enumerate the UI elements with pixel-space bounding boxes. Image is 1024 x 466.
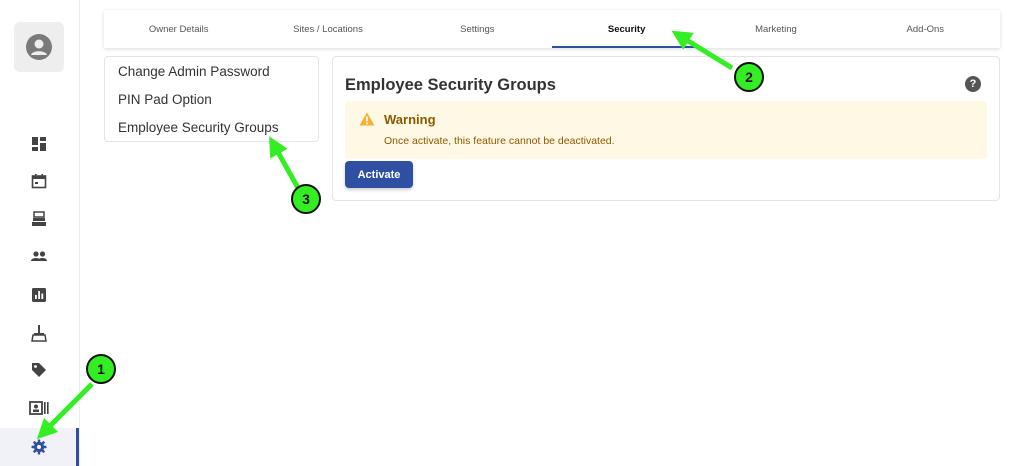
annotation-arrow-3: [269, 136, 301, 190]
warning-icon: [359, 112, 375, 126]
tag-icon: [32, 363, 46, 377]
users-icon: [31, 251, 47, 261]
warning-box: Warning Once activate, this feature cann…: [345, 101, 987, 159]
tab-bar: Owner Details Sites / Locations Settings…: [104, 10, 1000, 48]
sidebar-item-tags[interactable]: [26, 357, 52, 383]
tab-security[interactable]: Security: [551, 10, 702, 48]
avatar-icon: [26, 34, 52, 60]
sidebar-item-reports[interactable]: [26, 282, 52, 308]
activate-button[interactable]: Activate: [345, 161, 413, 188]
sidebar-item-cleaning[interactable]: [26, 320, 52, 346]
submenu-item-pin-pad-option[interactable]: PIN Pad Option: [105, 91, 318, 119]
sidebar-item-register[interactable]: [26, 206, 52, 232]
help-icon[interactable]: ?: [965, 76, 981, 92]
sidebar: [0, 0, 80, 466]
annotation-badge-3: 3: [291, 184, 321, 214]
sidebar-item-id-card[interactable]: [26, 395, 52, 421]
tab-marketing[interactable]: Marketing: [701, 10, 850, 48]
tab-settings[interactable]: Settings: [403, 10, 552, 48]
annotation-badge-2: 2: [734, 62, 764, 92]
avatar[interactable]: [14, 22, 64, 72]
warning-text: Once activate, this feature cannot be de…: [384, 135, 615, 147]
sidebar-item-calendar[interactable]: [26, 168, 52, 194]
calendar-icon: [31, 174, 47, 189]
employee-security-groups-panel: Employee Security Groups ? Warning Once …: [332, 56, 1000, 201]
panel-title: Employee Security Groups: [345, 76, 556, 94]
report-icon: [32, 288, 46, 302]
submenu-item-change-admin-password[interactable]: Change Admin Password: [105, 63, 318, 91]
gear-icon: [31, 439, 47, 455]
annotation-badge-1: 1: [86, 354, 116, 384]
sidebar-active-indicator: [76, 428, 79, 466]
id-card-icon: [29, 401, 49, 415]
cleaning-icon: [31, 325, 47, 342]
tab-sites-locations[interactable]: Sites / Locations: [253, 10, 402, 48]
warning-title: Warning: [384, 112, 436, 127]
tab-owner-details[interactable]: Owner Details: [104, 10, 253, 48]
tab-add-ons[interactable]: Add-Ons: [851, 10, 1000, 48]
submenu-item-employee-security-groups[interactable]: Employee Security Groups: [105, 119, 318, 147]
register-icon: [32, 211, 46, 226]
sidebar-item-dashboard[interactable]: [26, 131, 52, 157]
security-submenu: Change Admin Password PIN Pad Option Emp…: [104, 56, 319, 142]
sidebar-item-settings[interactable]: [26, 434, 52, 460]
sidebar-item-users[interactable]: [26, 244, 52, 270]
dashboard-icon: [32, 137, 46, 151]
